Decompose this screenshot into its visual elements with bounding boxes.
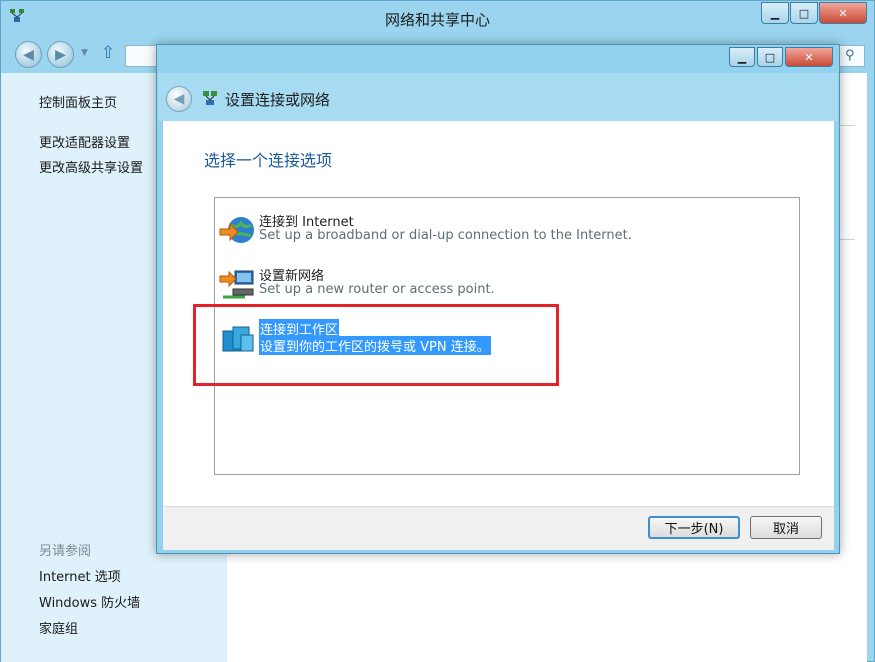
- homegroup-link[interactable]: 家庭组: [39, 618, 78, 637]
- up-arrow-icon[interactable]: ⇧: [101, 43, 115, 63]
- dialog-maximize-button[interactable]: □: [757, 47, 783, 67]
- outer-title-bar[interactable]: 网络和共享中心 ▁ □ ✕: [1, 1, 874, 35]
- dialog-close-button[interactable]: ✕: [785, 47, 833, 67]
- back-arrow-icon[interactable]: ◀: [15, 41, 42, 68]
- change-advanced-sharing-link[interactable]: 更改高级共享设置: [39, 157, 143, 176]
- control-panel-home-link[interactable]: 控制面板主页: [39, 92, 117, 111]
- annotation-highlight-box: [193, 304, 559, 386]
- globe-connect-icon: [219, 217, 254, 243]
- maximize-button[interactable]: □: [790, 2, 818, 24]
- forward-arrow-icon[interactable]: ▶: [47, 41, 74, 68]
- windows-firewall-link[interactable]: Windows 防火墙: [39, 592, 140, 611]
- router-setup-icon: [219, 270, 254, 299]
- network-setup-icon: [203, 91, 217, 105]
- option-connect-internet[interactable]: 连接到 Internet Set up a broadband or dial-…: [219, 211, 795, 259]
- search-icon[interactable]: ⚲: [845, 48, 861, 64]
- option-description: Set up a new router or access point.: [259, 282, 495, 297]
- dialog-minimize-button[interactable]: ▁: [729, 47, 755, 67]
- dialog-title: 设置连接或网络: [225, 91, 331, 109]
- history-dropdown-icon[interactable]: ▼: [81, 48, 88, 58]
- dialog-heading: 选择一个连接选项: [204, 151, 333, 170]
- back-arrow-icon[interactable]: ◀: [166, 86, 192, 112]
- minimize-button[interactable]: ▁: [761, 2, 789, 24]
- change-adapter-settings-link[interactable]: 更改适配器设置: [39, 132, 130, 151]
- setup-connection-dialog: ▁ □ ✕ ◀ 设置连接或网络 选择一个连接选项 连接到 Internet Se…: [156, 44, 840, 554]
- internet-options-link[interactable]: Internet 选项: [39, 566, 121, 585]
- next-button[interactable]: 下一步(N): [648, 516, 740, 539]
- dialog-header: ◀ 设置连接或网络: [158, 73, 838, 121]
- option-description: Set up a broadband or dial-up connection…: [259, 228, 632, 243]
- cancel-button[interactable]: 取消: [750, 516, 822, 539]
- dialog-footer: 下一步(N) 取消: [163, 506, 834, 550]
- window-title: 网络和共享中心: [384, 11, 490, 29]
- see-also-heading: 另请参阅: [39, 544, 92, 559]
- close-button[interactable]: ✕: [819, 2, 867, 24]
